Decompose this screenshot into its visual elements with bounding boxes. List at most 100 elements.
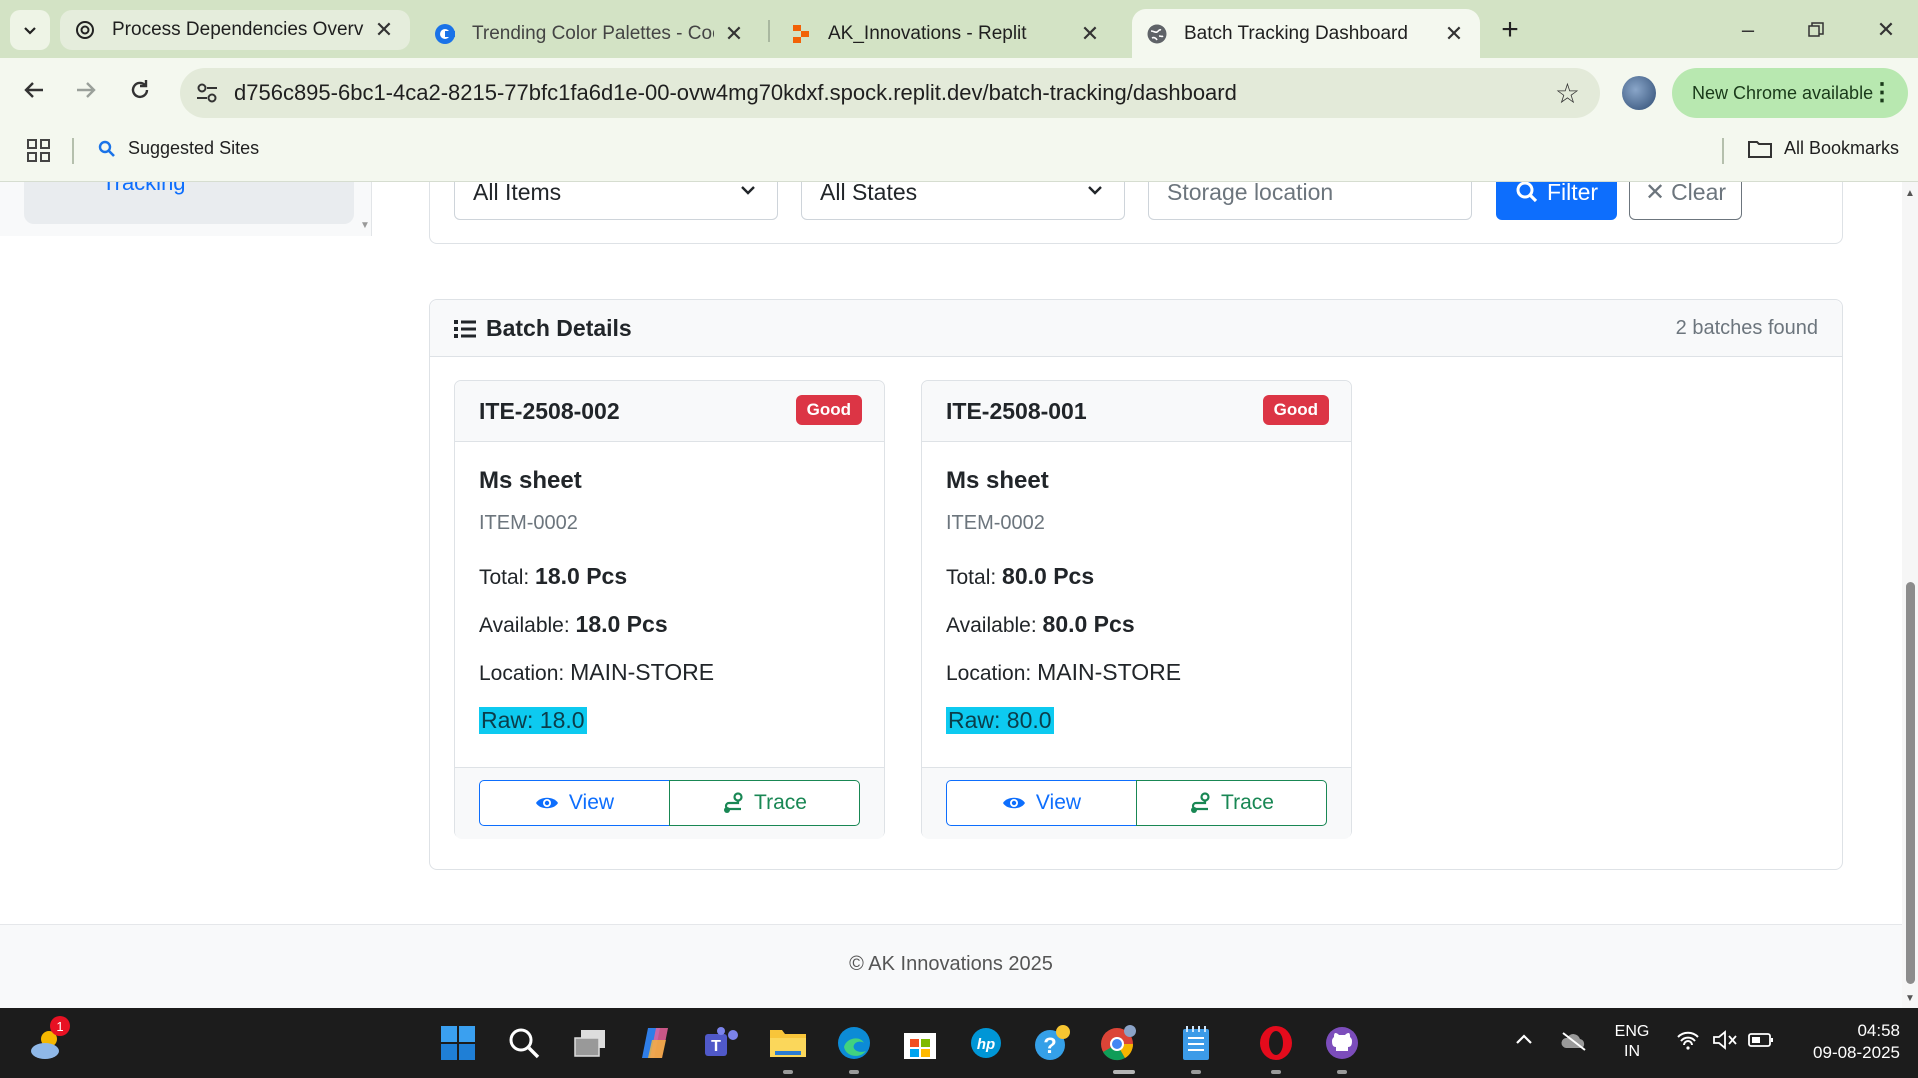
restore-button[interactable] — [1796, 12, 1836, 48]
route-icon — [1191, 792, 1210, 813]
close-icon[interactable]: ✕ — [372, 17, 396, 42]
folder-icon — [1748, 140, 1772, 158]
copilot-button[interactable] — [635, 1022, 677, 1064]
task-view-button[interactable] — [569, 1022, 611, 1064]
battery-tray[interactable] — [1748, 1032, 1774, 1053]
site-settings-icon[interactable] — [194, 80, 220, 106]
filter-button[interactable]: Filter — [1496, 182, 1617, 220]
item-select-value: All Items — [473, 182, 562, 205]
show-hidden-icons[interactable] — [1514, 1032, 1534, 1051]
search-button[interactable] — [503, 1022, 545, 1064]
notepad-button[interactable] — [1175, 1022, 1217, 1064]
filter-card: All Items All States Storage location Fi… — [429, 182, 1843, 244]
running-indicator — [1191, 1070, 1201, 1074]
help-button[interactable]: ? — [1031, 1022, 1073, 1064]
opera-button[interactable] — [1255, 1022, 1297, 1064]
bookmark-separator — [1722, 138, 1724, 164]
total-label: Total: — [946, 566, 997, 589]
batch-details-header: Batch Details 2 batches found — [430, 300, 1842, 357]
windows-icon — [441, 1026, 475, 1060]
clear-button[interactable]: ✕ Clear — [1629, 182, 1742, 220]
svg-text:hp: hp — [977, 1036, 995, 1053]
tab-process-dependencies[interactable]: Process Dependencies Overview ✕ — [60, 10, 410, 50]
input-language[interactable]: ENG IN — [1614, 1022, 1650, 1062]
hp-icon: hp — [971, 1028, 1001, 1058]
bookmark-star-icon[interactable]: ☆ — [1555, 77, 1580, 110]
network-tray[interactable] — [1676, 1030, 1700, 1055]
reload-button[interactable] — [120, 70, 160, 110]
onedrive-tray[interactable] — [1560, 1030, 1588, 1057]
close-icon[interactable]: ✕ — [722, 21, 746, 46]
tab-title: Trending Color Palettes - Coolors — [472, 22, 714, 44]
address-bar[interactable]: d756c895-6bc1-4ca2-8215-77bfc1fa6d1e-00-… — [180, 68, 1600, 118]
storage-location-input[interactable]: Storage location — [1148, 182, 1472, 220]
scroll-up-icon[interactable]: ▲ — [1905, 188, 1915, 199]
close-icon[interactable]: ✕ — [1442, 21, 1466, 46]
back-button[interactable] — [14, 70, 54, 110]
replit-icon — [790, 23, 812, 45]
weather-widget[interactable]: 1 — [26, 1016, 70, 1064]
view-button[interactable]: View — [946, 780, 1137, 826]
openai-icon — [74, 19, 96, 41]
sidebar-scroll-down-icon[interactable]: ▼ — [360, 220, 370, 231]
raw-quantity: Raw: 18.0 — [479, 707, 587, 734]
profile-avatar[interactable] — [1622, 76, 1656, 110]
state-select-value: All States — [820, 182, 918, 205]
restore-icon — [1808, 22, 1824, 37]
coolors-icon — [434, 23, 456, 45]
tab-coolors[interactable]: Trending Color Palettes - Coolors ✕ — [420, 9, 760, 58]
sidebar-item-tracking[interactable]: Tracking — [24, 182, 354, 224]
tab-batch-tracking[interactable]: Batch Tracking Dashboard ✕ — [1132, 9, 1480, 58]
chrome-update-button[interactable]: New Chrome available ⋮ — [1672, 68, 1908, 118]
opera-icon — [1260, 1026, 1292, 1060]
edge-icon — [838, 1027, 870, 1059]
batch-available: Available: 18.0 Pcs — [479, 611, 668, 638]
minimize-button[interactable]: – — [1728, 12, 1768, 48]
tab-replit[interactable]: AK_Innovations - Replit ✕ — [776, 9, 1116, 58]
edge-button[interactable] — [833, 1022, 875, 1064]
batch-item-code: ITEM-0002 — [479, 512, 578, 534]
scrollbar-thumb[interactable] — [1906, 582, 1915, 984]
apps-grid-icon[interactable] — [26, 138, 52, 164]
bookmark-suggested-sites[interactable]: Suggested Sites — [98, 138, 259, 159]
start-button[interactable] — [437, 1022, 479, 1064]
more-menu-icon[interactable]: ⋮ — [1870, 78, 1894, 107]
item-select[interactable]: All Items — [454, 182, 778, 220]
close-window-button[interactable]: ✕ — [1866, 12, 1906, 48]
bookmark-label: Suggested Sites — [128, 138, 260, 158]
language-label: ENG — [1614, 1023, 1650, 1040]
hp-button[interactable]: hp — [965, 1022, 1007, 1064]
running-indicator — [783, 1070, 793, 1074]
trace-button[interactable]: Trace — [669, 780, 860, 826]
forward-button[interactable] — [66, 70, 106, 110]
close-icon[interactable]: ✕ — [1078, 21, 1102, 46]
chrome-update-label: New Chrome available — [1692, 82, 1874, 103]
teams-button[interactable]: T — [701, 1022, 743, 1064]
volume-tray[interactable] — [1712, 1030, 1738, 1055]
batch-available: Available: 80.0 Pcs — [946, 611, 1135, 638]
github-desktop-button[interactable] — [1321, 1022, 1363, 1064]
chrome-button[interactable] — [1097, 1022, 1139, 1064]
filter-button-label: Filter — [1546, 182, 1599, 205]
new-tab-button[interactable]: + — [1490, 13, 1530, 46]
all-bookmarks-button[interactable]: All Bookmarks — [1748, 138, 1899, 159]
view-button[interactable]: View — [479, 780, 670, 826]
tab-separator — [768, 20, 770, 42]
svg-text:?: ? — [1043, 1033, 1056, 1058]
chrome-icon — [1101, 1025, 1136, 1061]
clock[interactable]: 04:58 09-08-2025 — [1790, 1020, 1900, 1064]
bookmark-label: All Bookmarks — [1784, 138, 1900, 158]
batch-card-header: ITE-2508-002 Good — [455, 381, 884, 442]
search-icon — [1516, 182, 1538, 203]
clock-date: 09-08-2025 — [1813, 1043, 1900, 1062]
scroll-down-icon[interactable]: ▼ — [1905, 993, 1915, 1004]
notification-badge: 1 — [50, 1016, 70, 1036]
state-select[interactable]: All States — [801, 182, 1125, 220]
tab-search-button[interactable] — [10, 10, 50, 50]
location-value: MAIN-STORE — [570, 659, 715, 685]
trace-button[interactable]: Trace — [1136, 780, 1327, 826]
file-explorer-button[interactable] — [767, 1022, 809, 1064]
store-button[interactable] — [899, 1022, 941, 1064]
page-scrollbar[interactable]: ▲ ▼ — [1902, 182, 1918, 1008]
notepad-icon — [1183, 1026, 1209, 1060]
